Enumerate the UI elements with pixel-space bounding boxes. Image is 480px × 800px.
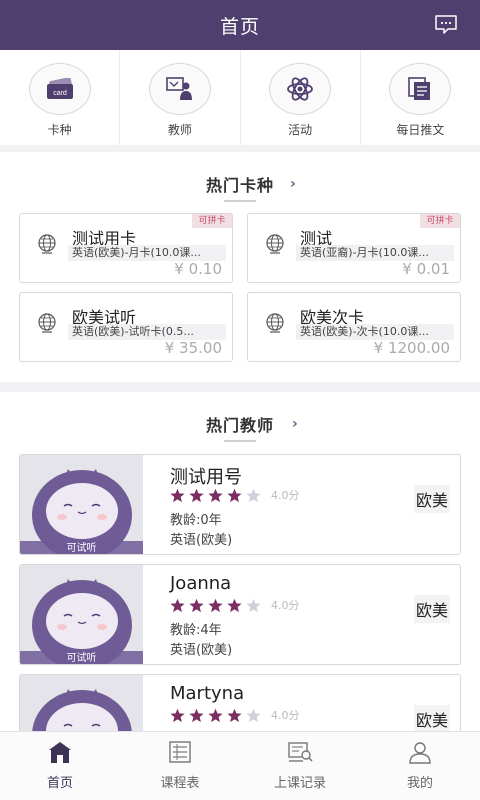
star-filled-icon: [189, 488, 204, 502]
tab-class-records[interactable]: 上课记录: [240, 732, 360, 800]
home-icon: [49, 742, 71, 763]
quicknav-activities[interactable]: 活动: [241, 50, 361, 145]
card-item[interactable]: 测试 英语(亚裔)-月卡(10.0课... ¥ 0.01 可拼卡: [247, 213, 461, 283]
teacher-region: 欧美: [413, 705, 450, 732]
tab-label: 我的: [406, 776, 433, 791]
quicknav-teachers[interactable]: 教师: [120, 50, 241, 145]
quicknav-label: 每日推文: [396, 123, 445, 137]
message-icon[interactable]: [434, 15, 458, 35]
card-price: ¥ 1200.00: [373, 339, 450, 357]
card-price: ¥ 35.00: [164, 339, 222, 357]
tab-schedule[interactable]: 课程表: [120, 732, 240, 800]
globe-icon: [38, 234, 56, 254]
chevron-right-icon: ›: [292, 416, 298, 432]
star-filled-icon: [189, 598, 204, 612]
rating-stars: 4.0分: [170, 707, 300, 723]
rating-stars: 4.0分: [170, 487, 300, 503]
teacher-name: 测试用号: [170, 467, 242, 488]
page-title: 首页: [219, 15, 260, 38]
star-filled-icon: [208, 598, 223, 612]
quicknav-daily-articles[interactable]: 每日推文: [361, 50, 480, 145]
rating-score: 4.0分: [271, 599, 300, 612]
rating-score: 4.0分: [271, 709, 300, 722]
teacher-card[interactable]: 可试听 Joanna 4.0分 教龄:4年 英语(欧美) 欧美: [19, 564, 461, 665]
star-filled-icon: [208, 708, 223, 722]
rating-score: 4.0分: [271, 489, 300, 502]
top-bar: 首页: [0, 0, 480, 50]
hot-teachers-header[interactable]: 热门教师 ›: [0, 412, 480, 442]
card-item[interactable]: 测试用卡 英语(欧美)-月卡(10.0课... ¥ 0.10 可拼卡: [19, 213, 233, 283]
star-filled-icon: [170, 708, 185, 722]
hot-cards-section: 热门卡种 › 测试用卡 英语(欧美)-月卡(10.0课... ¥ 0.10 可拼…: [0, 152, 480, 382]
articles-icon: [408, 77, 431, 100]
globe-icon: [266, 234, 284, 254]
tab-label: 首页: [46, 776, 73, 791]
star-empty-icon: [246, 488, 261, 502]
trial-badge: 可试听: [20, 541, 143, 554]
atom-icon: [287, 77, 314, 101]
teacher-card[interactable]: Martyna 4.0分 欧美: [19, 674, 461, 732]
rating-stars: 4.0分: [170, 597, 300, 613]
hot-cards-header[interactable]: 热门卡种 ›: [0, 172, 480, 202]
teacher-avatar: 可试听: [20, 455, 143, 554]
profile-icon: [409, 742, 431, 764]
star-empty-icon: [246, 598, 261, 612]
card-description: 英语(亚裔)-月卡(10.0课...: [296, 245, 454, 261]
card-description: 英语(欧美)-月卡(10.0课...: [68, 245, 226, 261]
section-title: 热门卡种: [206, 172, 274, 202]
card-icon: card: [46, 78, 73, 99]
teacher-region: 欧美: [413, 595, 450, 623]
star-filled-icon: [227, 708, 242, 722]
tab-label: 课程表: [160, 776, 200, 791]
hot-teachers-section: 热门教师 › 可试听 测试用号 4.0分 教龄:0年 英语(欧美) 欧美 可试听…: [0, 392, 480, 732]
schedule-icon: [169, 741, 191, 763]
globe-icon: [266, 313, 284, 333]
star-filled-icon: [189, 708, 204, 722]
section-title: 热门教师: [206, 412, 274, 442]
star-filled-icon: [227, 488, 242, 502]
teacher-name: Martyna: [170, 683, 245, 704]
star-filled-icon: [170, 598, 185, 612]
teacher-region: 欧美: [413, 485, 450, 513]
teacher-language: 英语(欧美): [170, 643, 233, 658]
quick-nav: card 卡种 教师 活动 每日推文: [0, 50, 480, 145]
mascot-avatar-icon: [32, 469, 132, 554]
mascot-avatar-icon: [32, 579, 132, 664]
tab-home[interactable]: 首页: [0, 732, 120, 800]
teacher-avatar: [20, 675, 143, 732]
teacher-language: 英语(欧美): [170, 533, 233, 548]
chevron-right-icon: ›: [290, 176, 296, 192]
teacher-name: Joanna: [170, 573, 232, 594]
teacher-card[interactable]: 可试听 测试用号 4.0分 教龄:0年 英语(欧美) 欧美: [19, 454, 461, 555]
quicknav-label: 教师: [167, 123, 192, 137]
card-item[interactable]: 欧美试听 英语(欧美)-试听卡(0.5... ¥ 35.00: [19, 292, 233, 362]
star-filled-icon: [170, 488, 185, 502]
mascot-avatar-icon: [32, 689, 132, 732]
star-filled-icon: [227, 598, 242, 612]
teacher-avatar: 可试听: [20, 565, 143, 664]
card-item[interactable]: 欧美次卡 英语(欧美)-次卡(10.0课... ¥ 1200.00: [247, 292, 461, 362]
globe-icon: [38, 313, 56, 333]
card-icon-text: card: [53, 90, 67, 97]
tab-label: 上课记录: [273, 776, 326, 791]
teacher-icon: [166, 77, 192, 100]
record-icon: [288, 742, 313, 762]
card-price: ¥ 0.01: [402, 260, 450, 278]
quicknav-label: 活动: [288, 123, 313, 137]
tab-profile[interactable]: 我的: [360, 732, 480, 800]
card-price: ¥ 0.10: [174, 260, 222, 278]
quicknav-card-types[interactable]: card 卡种: [0, 50, 121, 145]
quicknav-label: 卡种: [47, 123, 72, 137]
teaching-years: 教龄:0年: [170, 513, 222, 528]
teaching-years: 教龄:4年: [170, 623, 222, 638]
star-filled-icon: [208, 488, 223, 502]
bottom-tab-bar: 首页 课程表 上课记录 我的: [0, 731, 480, 800]
card-description: 英语(欧美)-试听卡(0.5...: [68, 324, 226, 340]
trial-badge: 可试听: [20, 651, 143, 664]
card-description: 英语(欧美)-次卡(10.0课...: [296, 324, 454, 340]
star-empty-icon: [246, 708, 261, 722]
group-card-badge: 可拼卡: [192, 214, 232, 228]
group-card-badge: 可拼卡: [420, 214, 460, 228]
